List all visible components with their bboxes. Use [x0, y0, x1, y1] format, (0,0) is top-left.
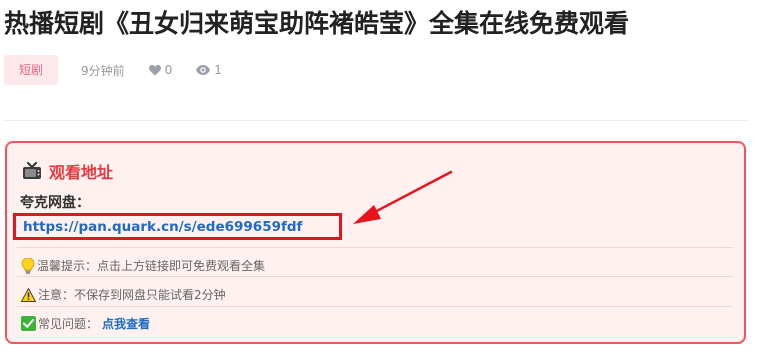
faq-row: 常见问题： 点我查看: [21, 315, 150, 332]
category-tag[interactable]: 短剧: [4, 55, 59, 85]
eye-icon: [196, 65, 211, 75]
check-icon: [21, 316, 36, 331]
tip-row: 温馨提示：点击上方链接即可免费观看全集: [21, 257, 265, 274]
view-count: 1: [214, 63, 222, 77]
pan-label: 夸克网盘：: [20, 195, 90, 211]
view-counter: 1: [196, 63, 222, 77]
tv-icon: [23, 161, 41, 179]
like-counter[interactable]: 0: [148, 63, 173, 77]
separator: [17, 247, 733, 248]
warning-icon: [21, 287, 36, 302]
box-heading: 观看地址: [22, 159, 113, 183]
faq-link[interactable]: 点我查看: [102, 315, 150, 332]
quark-share-link[interactable]: https://pan.quark.cn/s/ede699659fdf: [23, 219, 302, 235]
article-meta: 短剧 9分钟前 0 1: [4, 55, 222, 85]
lightbulb-icon: [21, 257, 35, 274]
notice-row: 注意：不保存到网盘只能试看2分钟: [21, 286, 226, 303]
separator: [17, 276, 733, 277]
divider: [4, 120, 748, 121]
box-heading-text: 观看地址: [49, 163, 114, 182]
heart-icon: [148, 64, 161, 75]
notice-text: 注意：不保存到网盘只能试看2分钟: [38, 288, 226, 302]
faq-label: 常见问题：: [38, 317, 99, 331]
red-arrow-annotation: [353, 170, 453, 224]
like-count: 0: [164, 63, 173, 77]
tip-text: 温馨提示：点击上方链接即可免费观看全集: [37, 259, 266, 273]
watch-address-box: 观看地址 夸克网盘： https://pan.quark.cn/s/ede699…: [5, 141, 746, 344]
article-title: 热播短剧《丑女归来萌宝助阵褚皓莹》全集在线免费观看: [4, 9, 630, 38]
link-highlight-box: https://pan.quark.cn/s/ede699659fdf: [13, 213, 342, 240]
separator: [17, 306, 733, 307]
publish-time: 9分钟前: [81, 63, 125, 78]
